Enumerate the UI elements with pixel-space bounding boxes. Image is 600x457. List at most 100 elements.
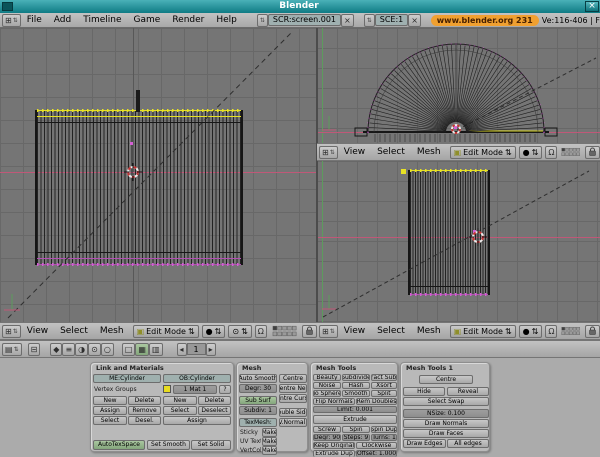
flip-normals-button[interactable]: Flip Normals [313,398,355,405]
double-sided-toggle[interactable]: Double Sided [279,408,307,417]
turns-field[interactable]: Turns: 1 [371,434,397,441]
menu-timeline[interactable]: Timeline [77,13,127,27]
to-sphere-button[interactable]: To Sphere [313,390,341,397]
window-menu-icon[interactable] [2,2,13,11]
set-solid-button[interactable]: Set Solid [191,440,231,450]
menu-add[interactable]: Add [48,13,77,27]
menu-file[interactable]: File [21,13,48,27]
reveal-button[interactable]: Reveal [447,387,489,396]
mesh-datablock-field[interactable]: ME:Cylinder [93,374,161,383]
vgroup-remove-button[interactable]: Remove [128,406,161,415]
mesh-menu[interactable]: Mesh [411,145,447,159]
mode-dropdown[interactable]: ▣ Edit Mode ⇅ [450,146,516,159]
object-context-button[interactable]: □ [122,343,136,356]
screen-browse-button[interactable]: ⇅ [257,14,268,27]
smooth-button[interactable]: Smooth [342,390,370,397]
frame-next-button[interactable]: ▸ [206,343,216,356]
material-select-button[interactable]: Select [163,406,197,415]
vgroup-assign-button[interactable]: Assign [93,406,127,415]
panel-title[interactable]: Mesh [242,364,261,372]
window-titlebar[interactable]: Blender × [0,0,600,13]
hash-button[interactable]: Hash [342,382,370,389]
material-assign-button[interactable]: Assign [163,416,231,425]
set-smooth-button[interactable]: Set Smooth [147,440,190,450]
limit-slider[interactable]: Limit: 0.001 [313,406,397,413]
proportional-edit-button[interactable]: Ω [255,325,267,338]
lock-button[interactable] [302,325,317,338]
menu-help[interactable]: Help [210,13,243,27]
draw-mode-dropdown[interactable]: ● ⇅ [519,146,543,159]
spin-button[interactable]: Spin [342,426,370,433]
steps-field[interactable]: Steps: 9 [342,434,370,441]
texmesh-field[interactable]: TexMesh: [239,418,277,427]
material-index-field[interactable]: 1 Mat 1 [173,385,217,394]
view-menu[interactable]: View [338,324,371,338]
panel-title[interactable]: Mesh Tools [316,364,356,372]
view-menu[interactable]: View [21,324,54,338]
select-menu[interactable]: Select [371,145,411,159]
degr-spin-field[interactable]: Degr: 90 [313,434,341,441]
vertcol-make-button[interactable]: Make [262,446,277,455]
extrude-button[interactable]: Extrude [313,415,397,424]
screen-name-field[interactable]: SCR:screen.001 [268,14,341,26]
screen-delete-button[interactable]: × [341,14,354,27]
logic-context-button[interactable]: ◆ [50,343,62,356]
lock-button[interactable] [585,146,600,159]
rem-doubles-button[interactable]: Rem Doubles [356,398,397,405]
hide-button[interactable]: Hide [403,387,445,396]
auto-smooth-toggle[interactable]: Auto Smooth [239,374,277,383]
editor-type-button[interactable]: ⊞ ⇅ [2,325,21,338]
pivot-dropdown[interactable]: ⊙ ⇅ [228,325,251,338]
menu-game[interactable]: Game [128,13,167,27]
spin-dup-button[interactable]: Spin Dup [371,426,397,433]
viewport-divider[interactable] [316,28,318,340]
object-datablock-field[interactable]: OB:Cylinder [163,374,231,383]
screw-button[interactable]: Screw [313,426,341,433]
panel-title[interactable]: Mesh Tools 1 [406,364,453,372]
nsize-field[interactable]: NSize: 0.100 [403,409,489,418]
proportional-edit-button[interactable]: Ω [545,146,557,159]
lamp-context-button[interactable]: ⊙ [88,343,101,356]
mesh-menu[interactable]: Mesh [411,324,447,338]
scene-browse-button[interactable]: ⇅ [364,14,375,27]
lock-button[interactable] [585,325,600,338]
keep-original-toggle[interactable]: Keep Original [313,442,355,449]
viewport-3d-top[interactable] [317,28,600,143]
select-menu[interactable]: Select [54,324,94,338]
vgroup-select-button[interactable]: Select [93,416,127,425]
centre-button[interactable]: Centre [279,374,307,383]
vgroup-deselect-button[interactable]: Desel. [128,416,161,425]
draw-faces-toggle[interactable]: Draw Faces [403,429,489,438]
autotexspace-toggle[interactable]: AutoTexSpace [93,440,145,450]
mode-dropdown[interactable]: ▣ Edit Mode ⇅ [133,325,199,338]
no-vnormal-flip-toggle[interactable]: No V.Normal Flip [279,418,307,427]
view-menu[interactable]: View [338,145,371,159]
panel-title[interactable]: Link and Materials [96,364,164,372]
layers-widget[interactable] [561,325,581,337]
xsort-button[interactable]: Xsort [371,382,397,389]
proportional-edit-button[interactable]: Ω [545,325,557,338]
centre-button[interactable]: Centre [419,375,473,384]
frame-prev-button[interactable]: ◂ [177,343,187,356]
scene-delete-button[interactable]: × [408,14,421,27]
shading-context-button[interactable]: ◑ [75,343,88,356]
fract-subd-button[interactable]: Fract Subd [371,374,397,381]
editor-type-button[interactable]: ⊞ ⇅ [319,146,338,159]
select-swap-button[interactable]: Select Swap [403,397,489,406]
sticky-make-button[interactable]: Make [262,428,277,437]
layers-widget[interactable] [561,146,581,158]
degr-field[interactable]: Degr: 30 [239,384,277,393]
uv-texture-make-button[interactable]: Make [262,437,277,446]
window-type-button[interactable]: ⊞ ⇅ [2,14,21,27]
menu-render[interactable]: Render [166,13,210,27]
draw-edges-toggle[interactable]: Draw Edges [403,439,446,448]
subdiv-field[interactable]: Subdiv: 1 [239,406,277,415]
mesh-menu[interactable]: Mesh [94,324,130,338]
draw-mode-dropdown[interactable]: ● ⇅ [202,325,226,338]
scene-name-field[interactable]: SCE:1 [375,14,409,26]
draw-normals-toggle[interactable]: Draw Normals [403,419,489,428]
layers-widget[interactable] [272,325,297,337]
window-close-button[interactable]: × [585,1,599,12]
split-button[interactable]: Split [371,390,397,397]
viewport-3d-side[interactable] [317,161,600,322]
